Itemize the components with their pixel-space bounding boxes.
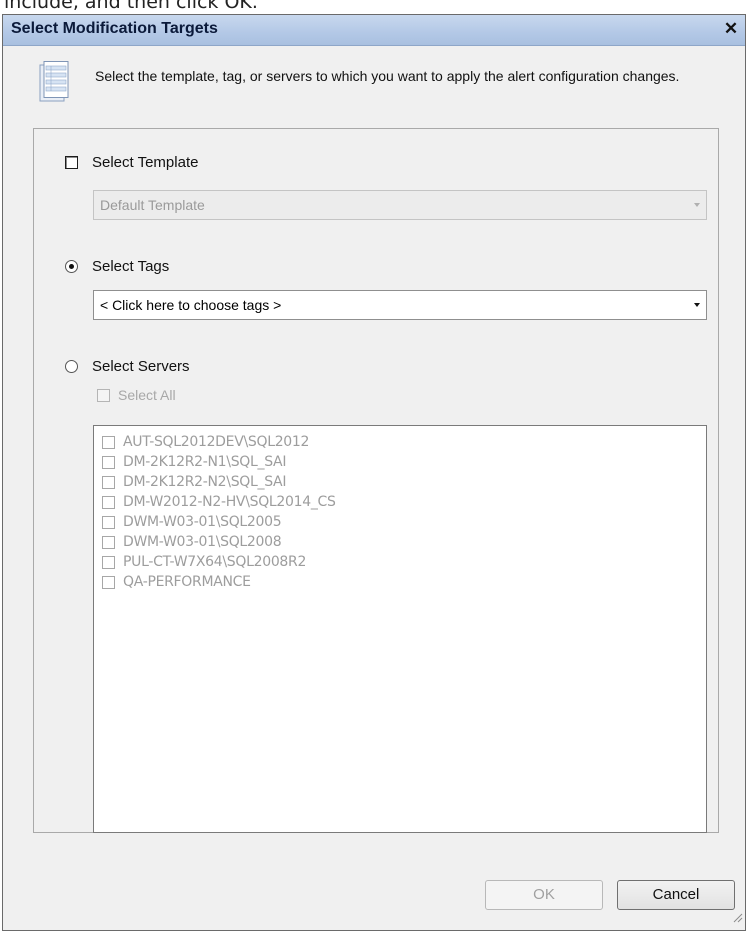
- resize-grip-icon[interactable]: [731, 910, 743, 928]
- select-tags-label: Select Tags: [92, 258, 170, 275]
- server-checkbox: [102, 475, 115, 489]
- select-servers-label: Select Servers: [92, 358, 190, 375]
- select-template-label: Select Template: [92, 154, 199, 171]
- select-servers-option[interactable]: Select Servers: [65, 358, 190, 375]
- select-tags-radio[interactable]: [65, 260, 78, 273]
- list-item: DM-2K12R2-N1\SQL_SAI: [102, 452, 706, 472]
- list-item: DM-2K12R2-N2\SQL_SAI: [102, 472, 706, 492]
- server-checkbox: [102, 515, 115, 529]
- list-item: AUT-SQL2012DEV\SQL2012: [102, 432, 706, 452]
- server-checkbox: [102, 495, 115, 509]
- header-area: Select the template, tag, or servers to …: [19, 51, 729, 115]
- server-name: DM-W2012-N2-HV\SQL2014_CS: [123, 494, 336, 510]
- server-name: QA-PERFORMANCE: [123, 574, 251, 590]
- server-checkbox: [102, 435, 115, 449]
- list-item: DM-W2012-N2-HV\SQL2014_CS: [102, 492, 706, 512]
- tags-dropdown[interactable]: < Click here to choose tags >: [93, 290, 707, 320]
- list-item: DWM-W03-01\SQL2005: [102, 512, 706, 532]
- select-servers-radio[interactable]: [65, 360, 78, 373]
- server-checkbox: [102, 555, 115, 569]
- page-caption: include, and then click OK.: [4, 0, 258, 13]
- tags-dropdown-value: < Click here to choose tags >: [100, 297, 282, 313]
- server-checkbox: [102, 575, 115, 589]
- server-name: DWM-W03-01\SQL2008: [123, 534, 282, 550]
- template-dropdown-value: Default Template: [100, 197, 205, 213]
- cancel-button[interactable]: Cancel: [617, 880, 735, 910]
- server-name: DM-2K12R2-N1\SQL_SAI: [123, 454, 287, 470]
- list-item: PUL-CT-W7X64\SQL2008R2: [102, 552, 706, 572]
- select-template-option[interactable]: Select Template: [65, 154, 198, 171]
- window-title: Select Modification Targets: [11, 20, 218, 37]
- select-template-checkbox[interactable]: [65, 156, 78, 169]
- template-dropdown: Default Template: [93, 190, 707, 220]
- select-modification-targets-dialog: Select Modification Targets ✕ Select the…: [2, 14, 746, 931]
- ok-button: OK: [485, 880, 603, 910]
- server-checkbox: [102, 455, 115, 469]
- select-all-option: Select All: [97, 387, 176, 403]
- close-button[interactable]: ✕: [721, 19, 741, 39]
- select-all-checkbox: [97, 388, 110, 402]
- list-item: DWM-W03-01\SQL2008: [102, 532, 706, 552]
- server-name: DWM-W03-01\SQL2005: [123, 514, 282, 530]
- server-checkbox: [102, 535, 115, 549]
- server-name: PUL-CT-W7X64\SQL2008R2: [123, 554, 307, 570]
- server-name: DM-2K12R2-N2\SQL_SAI: [123, 474, 287, 490]
- document-list-icon: [37, 61, 71, 108]
- servers-listbox[interactable]: AUT-SQL2012DEV\SQL2012 DM-2K12R2-N1\SQL_…: [93, 425, 707, 833]
- instructions-text: Select the template, tag, or servers to …: [95, 68, 680, 84]
- list-item: QA-PERFORMANCE: [102, 572, 706, 592]
- select-all-label: Select All: [118, 387, 176, 403]
- server-name: AUT-SQL2012DEV\SQL2012: [123, 434, 310, 450]
- chevron-down-icon[interactable]: [694, 303, 700, 307]
- chevron-down-icon: [694, 203, 700, 207]
- select-tags-option[interactable]: Select Tags: [65, 258, 169, 275]
- title-bar[interactable]: Select Modification Targets ✕: [3, 15, 745, 46]
